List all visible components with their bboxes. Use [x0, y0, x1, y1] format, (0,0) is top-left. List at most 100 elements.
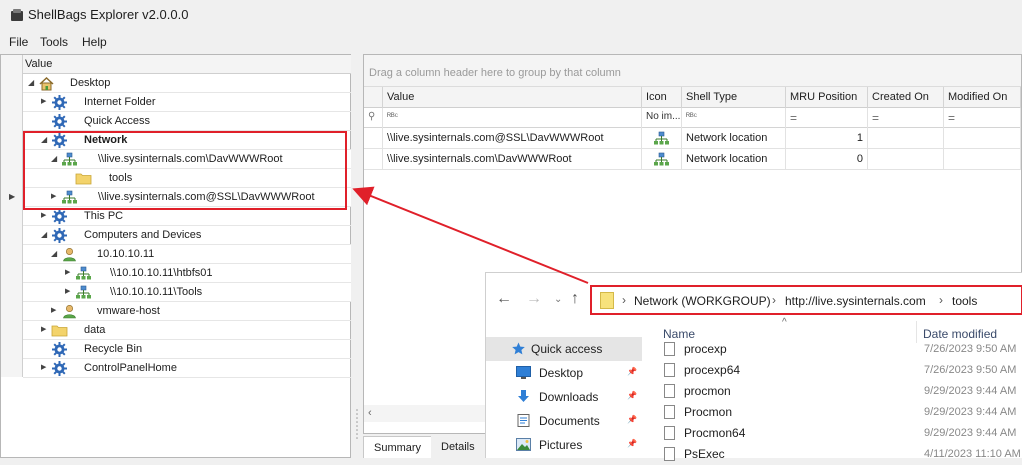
nav-item[interactable]: Desktop 📌 [486, 361, 642, 385]
tab-details[interactable]: Details [431, 436, 485, 458]
breadcrumb-separator-icon: › [622, 293, 626, 307]
file-icon [664, 363, 675, 377]
file-icon [664, 384, 675, 398]
menu-tools[interactable]: Tools [40, 35, 68, 49]
folder-icon [51, 322, 68, 339]
expand-icon[interactable]: ▶ [41, 212, 49, 220]
tree-node[interactable]: Quick Access [23, 112, 351, 131]
filter-value[interactable]: ᴿᴮᶜ [383, 108, 642, 128]
recent-dropdown-icon[interactable]: ⌄ [554, 294, 562, 305]
breadcrumb-network[interactable]: Network (WORKGROUP) [634, 294, 771, 308]
tree-node-label: \\10.10.10.11\htbfs01 [110, 267, 213, 279]
filter-icon-column[interactable]: No im... [642, 108, 682, 128]
collapse-icon[interactable]: ◢ [41, 231, 49, 239]
column-header-icon[interactable]: Icon [642, 87, 682, 108]
column-header-shell-type[interactable]: Shell Type [682, 87, 786, 108]
network-icon [75, 284, 92, 301]
file-row[interactable]: Procmon 9/29/2023 9:44 AM [662, 402, 1022, 423]
tree-node[interactable]: ▶ \\10.10.10.11\htbfs01 [23, 264, 351, 283]
breadcrumb-separator-icon: › [772, 293, 776, 307]
expand-icon[interactable]: ▶ [51, 307, 59, 315]
file-name: Procmon [684, 405, 733, 419]
up-arrow-icon[interactable]: ↑ [571, 290, 579, 308]
back-arrow-icon[interactable]: ← [496, 290, 512, 308]
expand-icon[interactable]: ▶ [41, 364, 49, 372]
grid-row[interactable]: \\live.sysinternals.com@SSL\DavWWWRoot Ne… [364, 128, 1021, 149]
expand-icon[interactable]: ▶ [41, 98, 49, 106]
column-header-modified-on[interactable]: Modified On [944, 87, 1021, 108]
tree-node[interactable]: ◢ Desktop [23, 74, 351, 93]
filter-icon: ⚲ [364, 108, 383, 128]
nav-item[interactable]: Downloads 📌 [486, 385, 642, 409]
cell-created-on [868, 149, 944, 170]
no-expander [41, 117, 49, 125]
user-icon [61, 303, 78, 320]
nav-item[interactable]: Pictures 📌 [486, 433, 642, 457]
file-name: Procmon64 [684, 426, 746, 440]
current-row-indicator-icon: ▶ [9, 192, 16, 201]
address-bar[interactable]: › Network (WORKGROUP) › http://live.sysi… [590, 285, 1022, 315]
cell-modified-on [944, 149, 1021, 170]
file-date-modified: 7/26/2023 9:50 AM [924, 364, 1017, 376]
expand-icon[interactable]: ▶ [65, 269, 73, 277]
tree-node[interactable]: Recycle Bin [23, 340, 351, 359]
filter-modified[interactable]: = [944, 108, 1021, 128]
grid-column-headers: Value Icon Shell Type MRU Position Creat… [364, 87, 1021, 108]
cell-shell-type: Network location [682, 128, 786, 149]
collapse-icon[interactable]: ◢ [28, 79, 36, 87]
tree-node[interactable]: ▶ ControlPanelHome [23, 359, 351, 378]
file-row[interactable]: procexp64 7/26/2023 9:50 AM [662, 360, 1022, 381]
pin-icon[interactable]: 📌 [627, 439, 637, 448]
filter-created[interactable]: = [868, 108, 944, 128]
nav-item-label: Quick access [531, 342, 603, 356]
pin-icon[interactable]: 📌 [627, 415, 637, 424]
expand-icon[interactable]: ▶ [65, 288, 73, 296]
tree-node[interactable]: ▶ Internet Folder [23, 93, 351, 112]
file-row[interactable]: procexp 7/26/2023 9:50 AM [662, 339, 1022, 360]
nav-item[interactable]: Documents 📌 [486, 409, 642, 433]
tree-node[interactable]: ◢ 10.10.10.11 [23, 245, 351, 264]
tree-node-label: Quick Access [84, 115, 151, 127]
tree-column-header[interactable]: Value [23, 55, 351, 74]
column-header-value[interactable]: Value [383, 87, 642, 108]
app-icon [11, 9, 23, 21]
breadcrumb-tools[interactable]: tools [952, 294, 977, 308]
menu-help[interactable]: Help [82, 35, 107, 49]
cell-modified-on [944, 128, 1021, 149]
cell-created-on [868, 128, 944, 149]
nav-item[interactable]: Quick access [486, 337, 642, 361]
tree-node[interactable]: ▶ \\10.10.10.11\Tools [23, 283, 351, 302]
file-row[interactable]: Procmon64 9/29/2023 9:44 AM [662, 423, 1022, 444]
tree-node[interactable]: ▶ data [23, 321, 351, 340]
grid-row[interactable]: \\live.sysinternals.com\DavWWWRoot Networ… [364, 149, 1021, 170]
pin-icon[interactable]: 📌 [627, 391, 637, 400]
column-header-mru-position[interactable]: MRU Position [786, 87, 868, 108]
cell-mru-position: 0 [786, 149, 868, 170]
window-title: ShellBags Explorer v2.0.0.0 [28, 7, 189, 22]
star-icon [511, 342, 526, 355]
file-row[interactable]: procmon 9/29/2023 9:44 AM [662, 381, 1022, 402]
file-icon [664, 405, 675, 419]
tree-node[interactable]: ▶ vmware-host [23, 302, 351, 321]
tree-node[interactable]: ◢ Computers and Devices [23, 226, 351, 245]
file-icon [664, 342, 675, 356]
filter-mru[interactable]: = [786, 108, 868, 128]
file-row[interactable]: PsExec 4/11/2023 11:10 AM [662, 444, 1022, 465]
user-icon [61, 246, 78, 263]
pin-icon[interactable]: 📌 [627, 367, 637, 376]
tab-summary[interactable]: Summary [363, 436, 433, 458]
file-icon [664, 426, 675, 440]
column-header-created-on[interactable]: Created On [868, 87, 944, 108]
panel-splitter[interactable] [351, 54, 363, 458]
nav-item-label: Desktop [539, 366, 584, 380]
breadcrumb-site[interactable]: http://live.sysinternals.com [785, 294, 926, 308]
forward-arrow-icon[interactable]: → [526, 290, 542, 308]
collapse-icon[interactable]: ◢ [51, 250, 59, 258]
row-indicator-column [1, 55, 23, 377]
scroll-left-icon[interactable]: ‹ [368, 407, 372, 419]
group-by-panel[interactable]: Drag a column header here to group by th… [364, 55, 1021, 87]
network-icon [653, 131, 670, 149]
filter-shell-type[interactable]: ᴿᴮᶜ [682, 108, 786, 128]
menu-file[interactable]: File [9, 35, 28, 49]
expand-icon[interactable]: ▶ [41, 326, 49, 334]
